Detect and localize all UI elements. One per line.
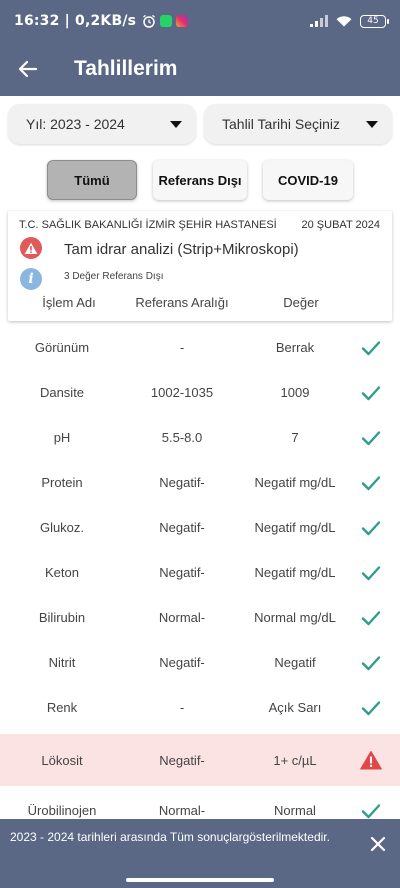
result-value: Negatif mg/dL xyxy=(254,520,336,535)
alarm-clock-icon xyxy=(143,14,156,28)
warning-icon xyxy=(20,237,42,259)
check-icon xyxy=(360,652,382,674)
result-name: Protein xyxy=(41,475,83,490)
result-name: Görünüm xyxy=(34,340,90,355)
info-snackbar: 2023 - 2024 tarihleri arasında Tüm sonuç… xyxy=(0,819,400,869)
table-row[interactable]: Nitrit Negatif- Negatif xyxy=(0,640,400,685)
app-bar: Tahlillerim xyxy=(0,42,400,96)
table-row[interactable]: Renk - Açık Sarı xyxy=(0,685,400,730)
result-name: Lökosit xyxy=(41,752,83,768)
check-icon xyxy=(360,427,382,449)
test-date-dropdown[interactable]: Tahlil Tarihi Seçiniz xyxy=(204,104,392,144)
wifi-icon xyxy=(336,16,352,27)
result-name: Dansite xyxy=(39,385,85,400)
test-date-dropdown-label: Tahlil Tarihi Seçiniz xyxy=(222,116,341,132)
test-name: Tam idrar analizi (Strip+Mikroskopi) xyxy=(64,241,299,258)
table-row[interactable]: Protein Negatif- Negatif mg/dL xyxy=(0,460,400,505)
result-value: 1009 xyxy=(280,385,310,400)
result-value: Negatif mg/dL xyxy=(254,565,336,580)
check-icon xyxy=(360,517,382,539)
info-icon: i xyxy=(20,268,42,290)
home-gesture-handle[interactable] xyxy=(126,878,274,882)
result-reference-range: Negatif- xyxy=(159,520,205,535)
whatsapp-icon xyxy=(160,15,173,27)
system-navigation-bar xyxy=(0,869,400,888)
out-of-range-count: 3 Değer Referans Dışı xyxy=(64,271,164,282)
check-icon xyxy=(360,382,382,404)
result-name: Ürobilinojen xyxy=(27,803,97,818)
check-icon xyxy=(360,337,382,359)
column-header-range: Referans Aralığı xyxy=(135,295,229,310)
test-card[interactable]: T.C. SAĞLIK BAKANLIĞI İZMİR ŞEHİR HASTAN… xyxy=(8,211,392,321)
filter-bar: Yıl: 2023 - 2024 Tahlil Tarihi Seçiniz xyxy=(8,104,392,144)
result-name: Glukoz. xyxy=(39,520,85,535)
arrow-left-icon xyxy=(18,60,38,78)
result-reference-range: Normal- xyxy=(158,803,206,818)
result-value: Berrak xyxy=(275,340,315,355)
result-reference-range: Negatif- xyxy=(159,655,205,670)
signal-bars-icon xyxy=(310,15,328,27)
result-value: 7 xyxy=(291,430,299,445)
check-icon xyxy=(360,472,382,494)
table-row[interactable]: Görünüm - Berrak xyxy=(0,325,400,370)
table-row[interactable]: Dansite 1002-1035 1009 xyxy=(0,370,400,415)
result-reference-range: Negatif- xyxy=(159,752,205,768)
result-value: Negatif mg/dL xyxy=(254,475,336,490)
column-header-value: Değer xyxy=(283,295,319,310)
instagram-icon xyxy=(176,15,189,27)
status-notification-icons xyxy=(142,14,189,28)
result-reference-range: - xyxy=(179,340,185,355)
result-name: Keton xyxy=(45,565,79,580)
chevron-down-icon xyxy=(170,120,182,128)
result-reference-range: - xyxy=(179,700,185,715)
result-reference-range: Normal- xyxy=(158,610,206,625)
hospital-name: T.C. SAĞLIK BAKANLIĞI İZMİR ŞEHİR HASTAN… xyxy=(19,219,277,231)
back-button[interactable] xyxy=(0,42,56,96)
test-date: 20 ŞUBAT 2024 xyxy=(301,219,380,231)
snackbar-message: 2023 - 2024 tarihleri arasında Tüm sonuç… xyxy=(10,830,330,844)
result-name: Nitrit xyxy=(48,655,76,670)
result-reference-range: 1002-1035 xyxy=(150,385,214,400)
chevron-down-icon xyxy=(366,120,378,128)
warning-triangle-icon xyxy=(360,749,382,771)
tab-all[interactable]: Tümü xyxy=(47,160,137,200)
year-dropdown[interactable]: Yıl: 2023 - 2024 xyxy=(8,104,196,144)
year-dropdown-label: Yıl: 2023 - 2024 xyxy=(26,116,125,132)
tab-out-of-range[interactable]: Referans Dışı xyxy=(153,160,247,200)
status-bar: 16:32 | 0,2KB/s 45 xyxy=(0,0,400,42)
result-value: Negatif xyxy=(274,655,316,670)
table-row[interactable]: Keton Negatif- Negatif mg/dL xyxy=(0,550,400,595)
check-icon xyxy=(360,562,382,584)
table-row[interactable]: pH 5.5-8.0 7 xyxy=(0,415,400,460)
table-row[interactable]: Lökosit Negatif- 1+ c/µL xyxy=(0,734,400,786)
table-row[interactable]: Glukoz. Negatif- Negatif mg/dL xyxy=(0,505,400,550)
table-row[interactable]: Bilirubin Normal- Normal mg/dL xyxy=(0,595,400,640)
results-list: Görünüm - Berrak Dansite 1002-1035 1009 pH 5.5-… xyxy=(0,325,400,833)
result-name: Renk xyxy=(46,700,78,715)
close-icon[interactable] xyxy=(370,836,386,852)
tab-covid[interactable]: COVID-19 xyxy=(263,160,353,200)
battery-indicator: 45 xyxy=(360,14,389,28)
result-reference-range: 5.5-8.0 xyxy=(161,430,203,445)
result-value: Normal xyxy=(274,803,316,818)
result-name: Bilirubin xyxy=(38,610,86,625)
result-reference-range: Negatif- xyxy=(159,475,205,490)
check-icon xyxy=(360,697,382,719)
result-value: Açık Sarı xyxy=(268,700,322,715)
check-icon xyxy=(360,607,382,629)
column-header-name: İşlem Adı xyxy=(42,295,96,310)
result-filter-tabs: Tümü Referans Dışı COVID-19 xyxy=(0,160,400,200)
page-title: Tahlillerim xyxy=(74,57,178,80)
result-value: Normal mg/dL xyxy=(254,610,336,625)
result-reference-range: Negatif- xyxy=(159,565,205,580)
status-time: 16:32 | 0,2KB/s xyxy=(14,13,137,29)
result-value: 1+ c/µL xyxy=(273,752,317,768)
result-name: pH xyxy=(53,430,71,445)
